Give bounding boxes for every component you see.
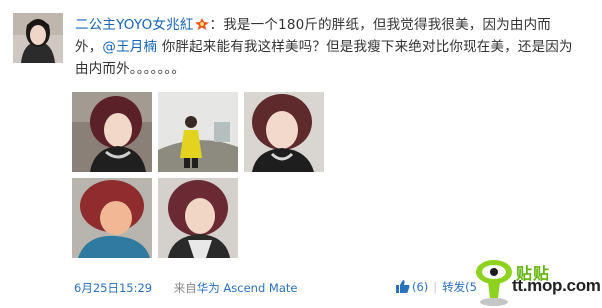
vip-star-icon[interactable] (194, 18, 209, 30)
post-actions: (6) | 转发(5 (396, 279, 477, 295)
source-label: 来自 (173, 281, 197, 295)
like-count: (6) (412, 280, 429, 294)
photo-thumbnail-1[interactable] (72, 92, 152, 172)
photo-thumbnail-3[interactable] (244, 92, 324, 172)
action-separator: | (433, 280, 438, 294)
post-meta: 6月25日15:29 来自华为 Ascend Mate (74, 280, 297, 296)
post-text: 二公主YOYO女兆紅 ：我是一个180斤的胖纸，但我觉得我很美，因为由内而外，@王… (75, 14, 575, 80)
photo-thumbnail-4[interactable] (72, 178, 152, 258)
thumbs-up-icon (396, 280, 410, 293)
photo-thumbnail-5[interactable] (158, 178, 238, 258)
avatar-image (13, 13, 63, 63)
author-name-link[interactable]: 二公主YOYO女兆紅 (75, 17, 194, 33)
like-button[interactable]: (6) (396, 280, 428, 294)
post-timestamp-link[interactable]: 6月25日15:29 (74, 281, 152, 295)
avatar[interactable] (13, 13, 63, 63)
tt-mop-watermark: 贴贴 tt.mop.com (474, 256, 602, 308)
photo-thumbnail-2[interactable] (158, 92, 238, 172)
mop-mascot-icon (476, 260, 512, 306)
watermark-url: tt.mop.com (512, 276, 601, 295)
repost-button[interactable]: 转发(5 (442, 280, 477, 294)
source-device-link[interactable]: 华为 Ascend Mate (197, 281, 298, 295)
mention-link[interactable]: @王月楠 (102, 39, 157, 55)
